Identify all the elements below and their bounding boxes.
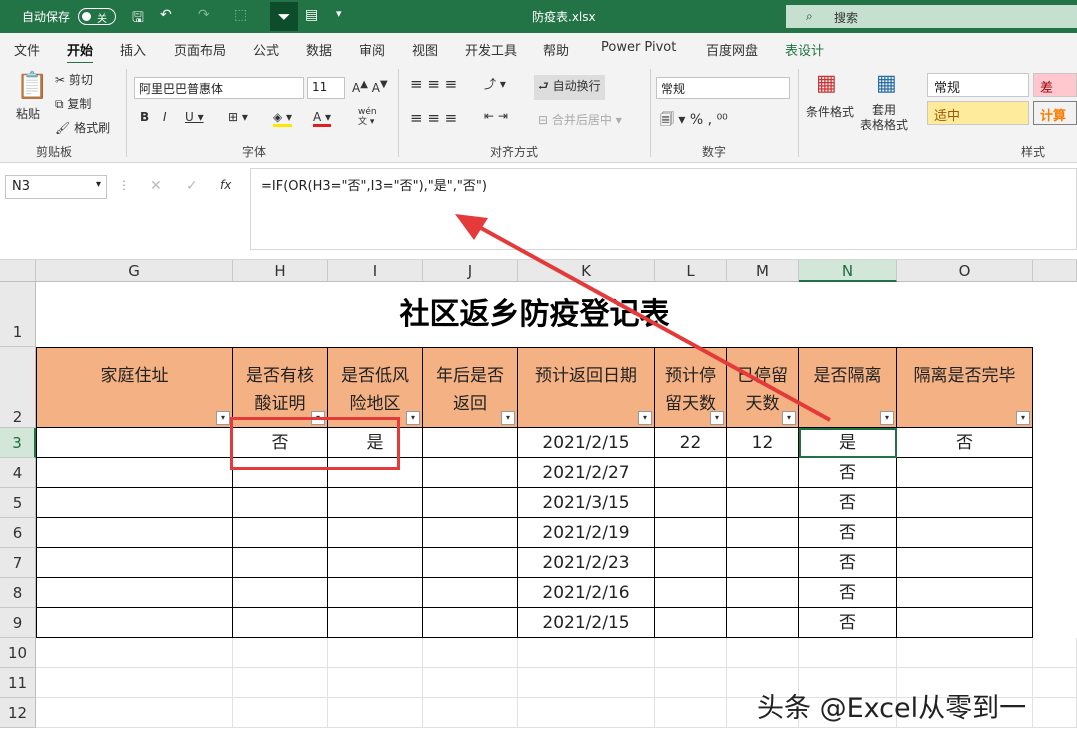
annotation-arrow — [455, 214, 831, 422]
watermark: 头条 @Excel从零到一 — [757, 693, 1027, 724]
